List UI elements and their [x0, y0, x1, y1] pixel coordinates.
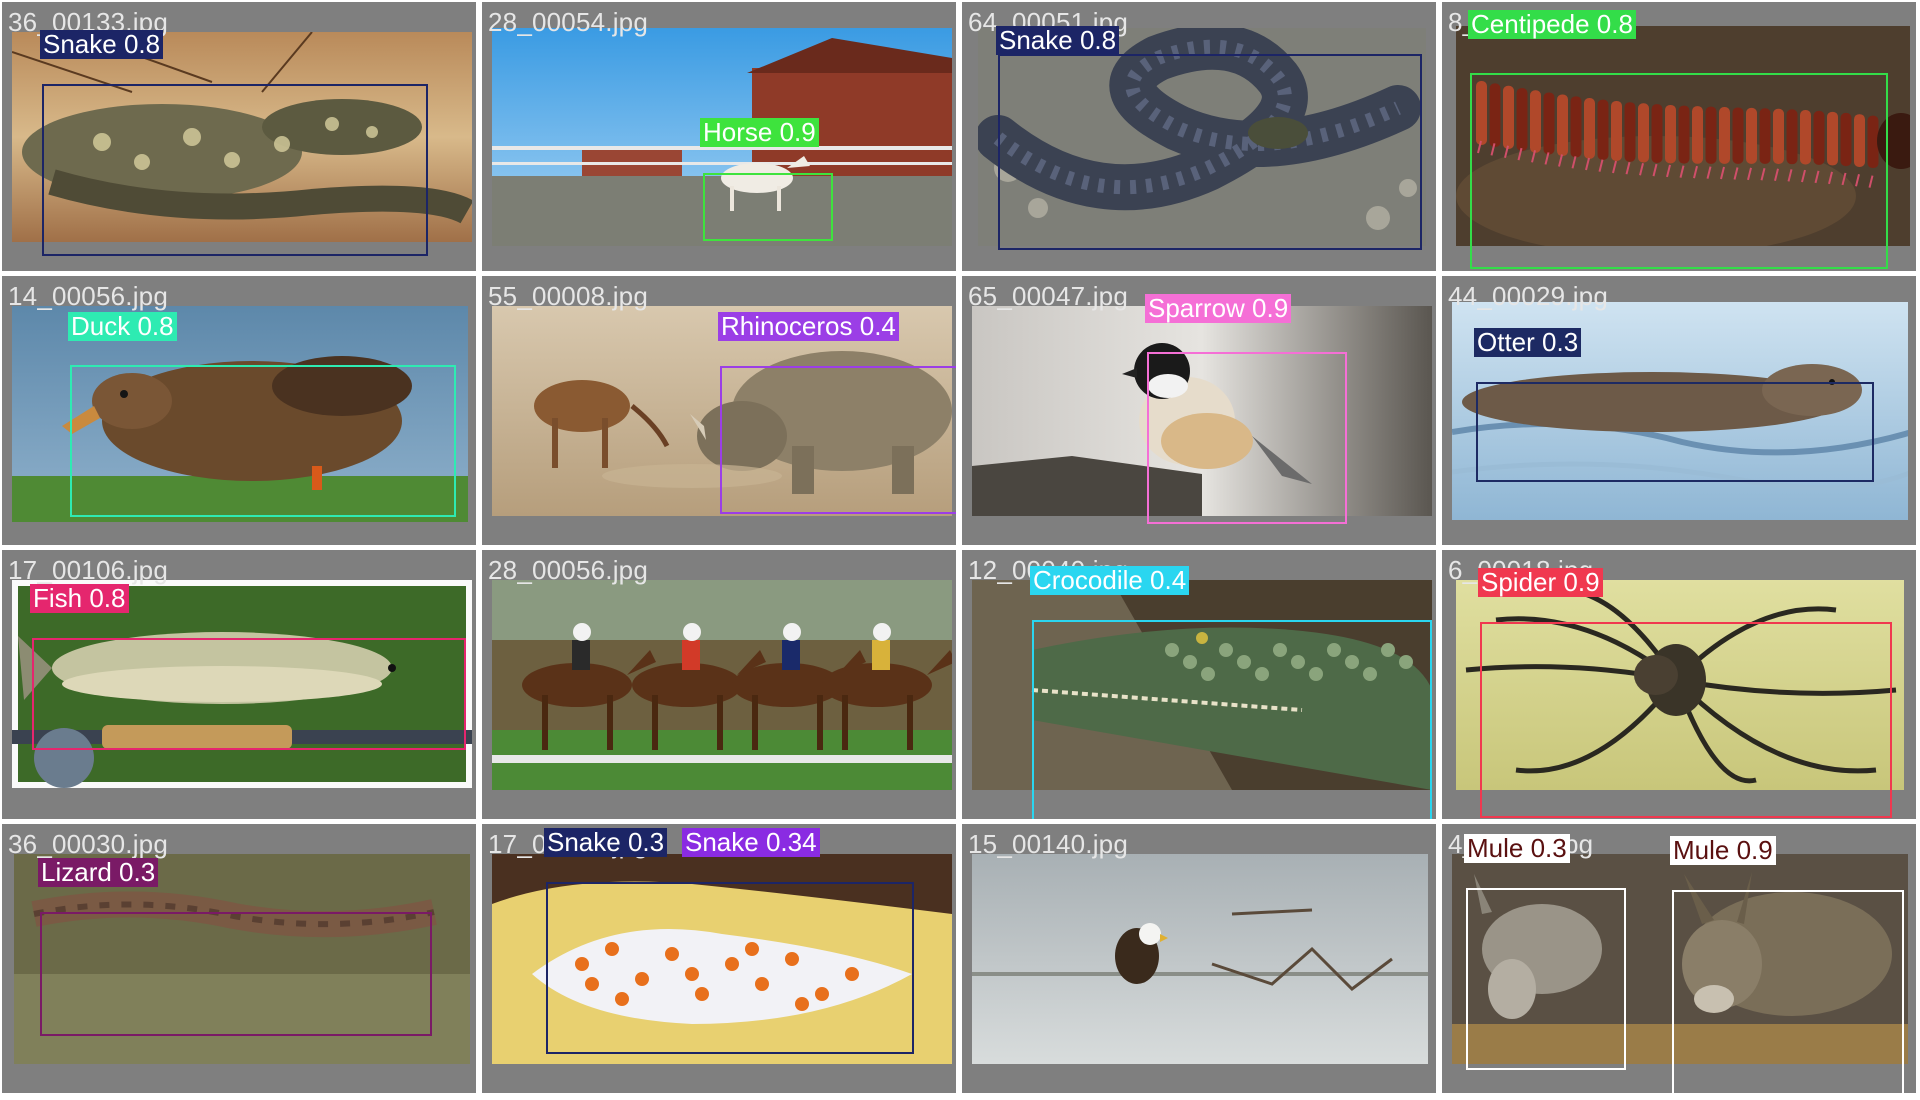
detection-label: Sparrow 0.9	[1145, 294, 1292, 323]
image-tile[interactable]: 28_00056.jpg	[482, 550, 956, 819]
image-tile[interactable]: 14_00056.jpg Duck 0.8	[2, 276, 476, 545]
detection-label: Duck 0.8	[68, 312, 177, 341]
detection-label: Lizard 0.3	[38, 858, 159, 887]
bounding-box	[703, 173, 833, 241]
bounding-box	[998, 54, 1422, 250]
detection-label: Spider 0.9	[1478, 568, 1603, 597]
image-tile[interactable]: 36_00030.jpg Lizard 0.3	[2, 824, 476, 1093]
filename-label: 44_00029.jpg	[1448, 281, 1608, 311]
bounding-box	[1480, 622, 1892, 818]
photo-horse-race	[492, 580, 952, 790]
image-tile[interactable]: 12_00040.jpgCrocodile 0.4	[962, 550, 1436, 819]
detection-label: Mule 0.9	[1670, 836, 1776, 865]
filename-label: 17_00106.jpg	[8, 555, 168, 585]
detection-label: Crocodile 0.4	[1030, 566, 1190, 595]
filename-label: 28_00054.jpg	[488, 7, 648, 37]
image-tile[interactable]: 15_00140.jpg	[962, 824, 1436, 1093]
image-tile[interactable]: 17_00106.jpg Fish 0.8	[2, 550, 476, 819]
detection-label: Snake 0.3	[544, 828, 668, 857]
image-tile[interactable]: 55_00008.jpg Rhinoceros 0.4	[482, 276, 956, 545]
image-tile[interactable]: 44_00029.jpg Otter 0.3	[1442, 276, 1916, 545]
bounding-box	[1470, 73, 1888, 269]
bounding-box	[1147, 352, 1347, 524]
image-tile[interactable]: 4_00022.jpgMule 0.3Mule 0.9	[1442, 824, 1916, 1093]
detection-label: Otter 0.3	[1474, 328, 1582, 357]
filename-label: 55_00008.jpg	[488, 281, 648, 311]
bounding-box	[1672, 890, 1904, 1093]
detection-label: Centipede 0.8	[1468, 10, 1636, 39]
bounding-box	[40, 912, 432, 1036]
image-tile[interactable]: 36_00133.jpg Snake 0.8	[2, 2, 476, 271]
filename-label: 28_00056.jpg	[488, 555, 648, 585]
image-tile[interactable]: 28_00054.jpg Horse 0.9	[482, 2, 956, 271]
detection-label: Snake 0.8	[40, 30, 164, 59]
detection-label: Snake 0.8	[996, 26, 1120, 55]
image-tile[interactable]: 65_00047.jpg Sparrow 0.9	[962, 276, 1436, 545]
bounding-box	[720, 366, 956, 514]
image-tile[interactable]: 8_00019.jpgCentipede 0.8	[1442, 2, 1916, 271]
detection-label: Fish 0.8	[30, 584, 129, 613]
bounding-box	[1476, 382, 1874, 482]
detection-label: Horse 0.9	[700, 118, 819, 147]
bounding-box	[32, 638, 466, 750]
filename-label: 36_00030.jpg	[8, 829, 168, 859]
bounding-box	[1032, 620, 1432, 819]
photo-eagle-in-water	[972, 854, 1428, 1064]
detection-grid: 36_00133.jpg Snake 0.8 28_00054.jpg Horse 0…	[0, 0, 1920, 1100]
detection-label: Mule 0.3	[1464, 834, 1570, 863]
filename-label: 65_00047.jpg	[968, 281, 1128, 311]
filename-label: 15_00140.jpg	[968, 829, 1128, 859]
detection-label: Snake 0.34	[682, 828, 820, 857]
bounding-box	[1466, 888, 1626, 1070]
filename-label: 14_00056.jpg	[8, 281, 168, 311]
bounding-box	[70, 365, 456, 517]
image-tile[interactable]: 6_00018.jpgSpider 0.9	[1442, 550, 1916, 819]
bounding-box	[42, 84, 428, 256]
detection-label: Rhinoceros 0.4	[718, 312, 899, 341]
image-tile[interactable]: 64_00051.jpg Snake 0.8	[962, 2, 1436, 271]
image-tile[interactable]: 17_00087.jpgSnake 0.3Snake 0.34	[482, 824, 956, 1093]
bounding-box	[546, 882, 914, 1054]
